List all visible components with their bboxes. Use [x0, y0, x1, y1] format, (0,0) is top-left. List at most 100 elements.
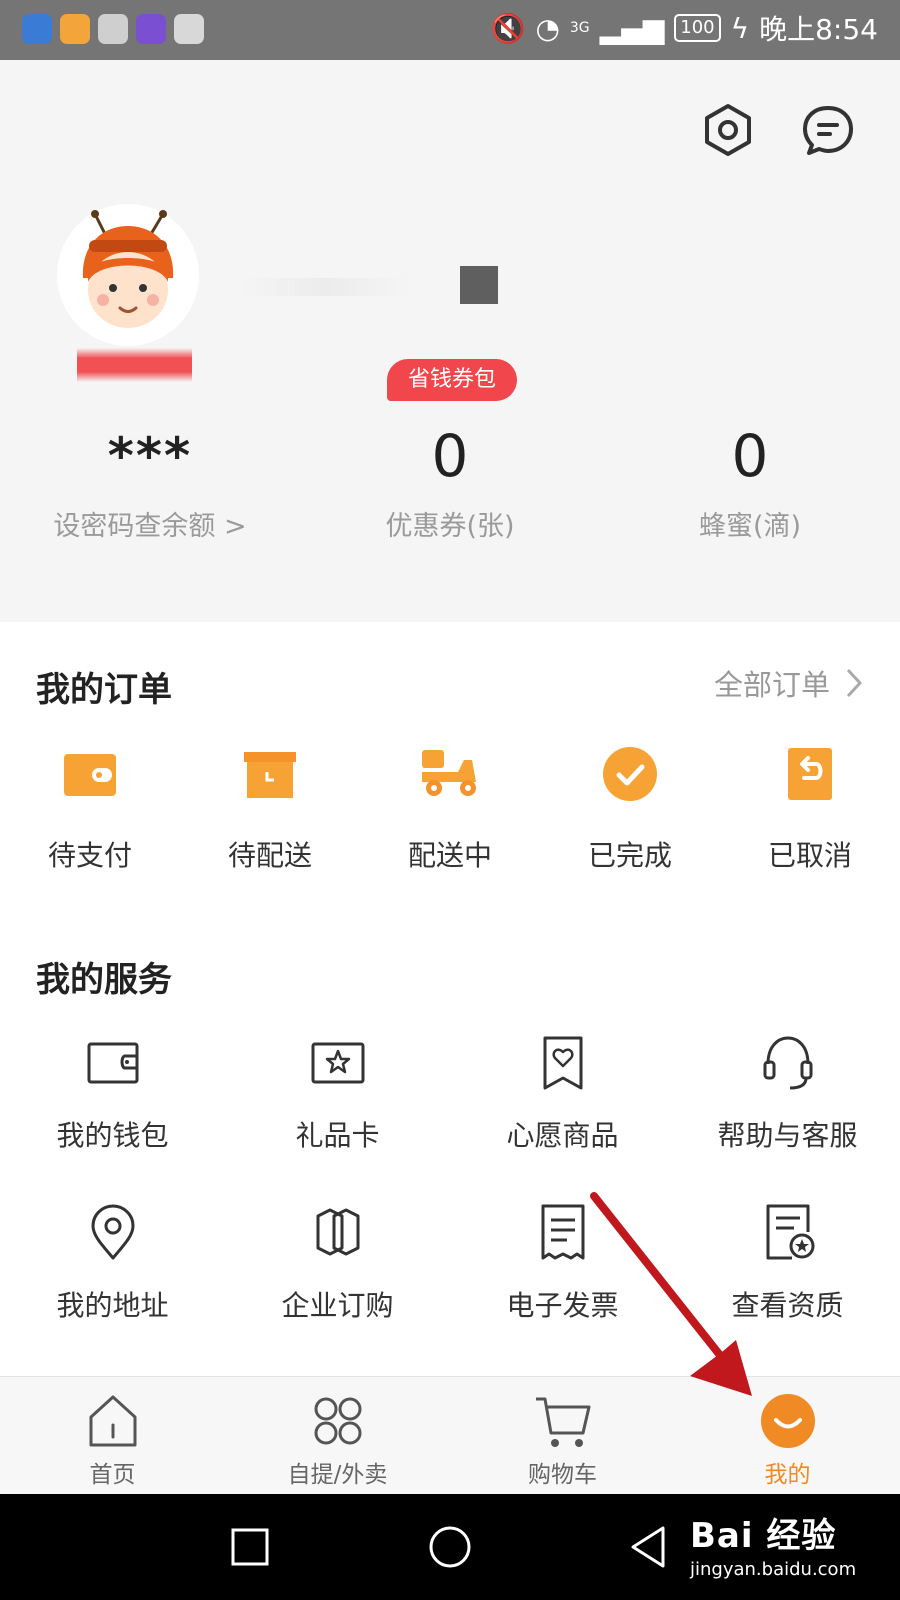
service-qualification[interactable]: 查看资质	[675, 1202, 900, 1324]
recent-apps-icon[interactable]	[225, 1522, 275, 1572]
username-mask	[460, 266, 498, 304]
order-cancelled[interactable]: 已取消	[720, 742, 900, 874]
service-label: 礼品卡	[295, 1119, 380, 1152]
scooter-icon	[422, 750, 476, 796]
username-redacted	[240, 278, 410, 296]
coupon-stat[interactable]: 0 优惠券(张)	[300, 420, 600, 543]
grid-icon	[314, 1397, 361, 1445]
service-enterprise[interactable]: 企业订购	[225, 1202, 450, 1324]
contacts-app-icon	[98, 14, 128, 44]
service-address[interactable]: 我的地址	[0, 1202, 225, 1324]
balance-stat[interactable]: *** 设密码查余额 >	[0, 420, 300, 543]
tab-label: 首页	[89, 1462, 136, 1488]
service-invoice[interactable]: 电子发票	[450, 1202, 675, 1324]
service-gift-card[interactable]: 礼品卡	[225, 1032, 450, 1154]
wishlist-icon	[543, 1036, 582, 1090]
watermark-url: jingyan.baidu.com	[690, 1559, 857, 1580]
notes-app-icon	[60, 14, 90, 44]
box-icon	[244, 752, 296, 798]
status-indicators: 🔇 ◔ 3G ▂▄▆ 100 ϟ 晚上8:54	[491, 8, 878, 48]
orders-section-title: 我的订单	[36, 670, 172, 710]
tab-pickup-delivery[interactable]: 自提/外卖	[225, 1377, 450, 1494]
order-status-row: 待支付 待配送 配送中 已完成 已取消	[0, 742, 900, 874]
profile-header: 省钱券包 *** 设密码查余额 > 0 优惠券(张) 0 蜂蜜(滴)	[0, 60, 900, 622]
check-circle-icon	[603, 747, 657, 801]
order-label: 待配送	[227, 839, 312, 872]
service-help[interactable]: 帮助与客服	[675, 1032, 900, 1154]
order-pending-delivery[interactable]: 待配送	[180, 742, 360, 874]
enterprise-icon	[316, 1208, 359, 1256]
bee-mascot-icon	[82, 210, 174, 328]
services-row-2: 我的地址 企业订购 电子发票 查看资质	[0, 1202, 900, 1324]
signal-icon: ▂▄▆	[599, 11, 665, 45]
home-button-icon[interactable]	[425, 1522, 475, 1572]
service-label: 我的钱包	[56, 1119, 169, 1152]
service-wishlist[interactable]: 心愿商品	[450, 1032, 675, 1154]
battery-indicator: 100	[674, 14, 721, 42]
watermark-logo: Bai 经验	[690, 1516, 837, 1556]
gift-card-icon	[311, 1042, 364, 1084]
return-icon	[788, 748, 832, 800]
status-bar: 🔇 ◔ 3G ▂▄▆ 100 ϟ 晚上8:54	[0, 0, 900, 60]
tab-label: 自提/外卖	[287, 1462, 388, 1488]
message-bubble-icon[interactable]	[800, 102, 856, 158]
back-button-icon[interactable]	[625, 1522, 675, 1572]
network-type: 3G	[569, 20, 590, 36]
charging-icon: ϟ	[730, 11, 750, 45]
tab-home[interactable]: 首页	[0, 1377, 225, 1494]
wallet-icon	[87, 1042, 138, 1084]
services-section-title: 我的服务	[36, 960, 172, 1000]
browser-app-icon	[136, 14, 166, 44]
tab-label: 我的	[764, 1462, 811, 1488]
order-label: 配送中	[407, 839, 492, 872]
settings-hexagon-icon[interactable]	[700, 102, 756, 158]
order-label: 已取消	[767, 839, 852, 872]
invoice-icon	[541, 1204, 584, 1260]
bottom-tab-bar: 首页 自提/外卖 购物车 我的	[0, 1376, 900, 1494]
order-completed[interactable]: 已完成	[540, 742, 720, 874]
service-label: 心愿商品	[506, 1119, 619, 1152]
tab-cart[interactable]: 购物车	[450, 1377, 675, 1494]
service-label: 我的地址	[56, 1289, 169, 1322]
wifi-icon: ◔	[535, 11, 560, 45]
huawei-app-icon	[174, 14, 204, 44]
order-label: 待支付	[47, 839, 132, 872]
service-label: 查看资质	[731, 1289, 844, 1322]
honey-count: 0	[731, 422, 769, 490]
member-level-bar	[77, 348, 192, 382]
coupon-label: 优惠券(张)	[385, 511, 515, 542]
clock: 晚上8:54	[759, 13, 878, 46]
chevron-right-icon	[846, 668, 863, 698]
cart-icon	[535, 1397, 590, 1447]
honey-label: 蜂蜜(滴)	[698, 511, 802, 542]
order-pending-payment[interactable]: 待支付	[0, 742, 180, 874]
coupon-count: 0	[431, 422, 469, 490]
tab-mine[interactable]: 我的	[675, 1377, 900, 1494]
location-pin-icon	[91, 1204, 134, 1260]
all-orders-link[interactable]: 全部订单	[714, 662, 864, 704]
notification-icons	[22, 14, 204, 44]
tab-label: 购物车	[528, 1462, 597, 1488]
weather-app-icon	[22, 14, 52, 44]
home-icon	[89, 1395, 136, 1447]
balance-label: 设密码查余额 >	[53, 511, 247, 542]
balance-value: ***	[107, 427, 193, 485]
headset-icon	[763, 1036, 812, 1090]
order-delivering[interactable]: 配送中	[360, 742, 540, 874]
baidu-jingyan-watermark: Bai 经验 jingyan.baidu.com	[690, 1508, 856, 1580]
certificate-icon	[766, 1204, 814, 1260]
services-row-1: 我的钱包 礼品卡 心愿商品 帮助与客服	[0, 1032, 900, 1154]
service-label: 帮助与客服	[717, 1119, 858, 1152]
smile-icon	[760, 1394, 815, 1448]
avatar[interactable]	[57, 204, 199, 346]
system-nav-bar: Bai 经验 jingyan.baidu.com	[0, 1494, 900, 1600]
honey-stat[interactable]: 0 蜂蜜(滴)	[600, 420, 900, 543]
service-wallet[interactable]: 我的钱包	[0, 1032, 225, 1154]
wallet-icon	[64, 754, 116, 796]
service-label: 企业订购	[281, 1289, 394, 1322]
main-content: 我的订单 全部订单 待支付 待配送 配送中 已完成 已取消 我的服务 我的钱包 …	[0, 622, 900, 1376]
coupon-pack-badge[interactable]: 省钱券包	[387, 359, 517, 401]
service-label: 电子发票	[506, 1289, 619, 1322]
all-orders-label: 全部订单	[713, 668, 830, 702]
order-label: 已完成	[587, 839, 672, 872]
